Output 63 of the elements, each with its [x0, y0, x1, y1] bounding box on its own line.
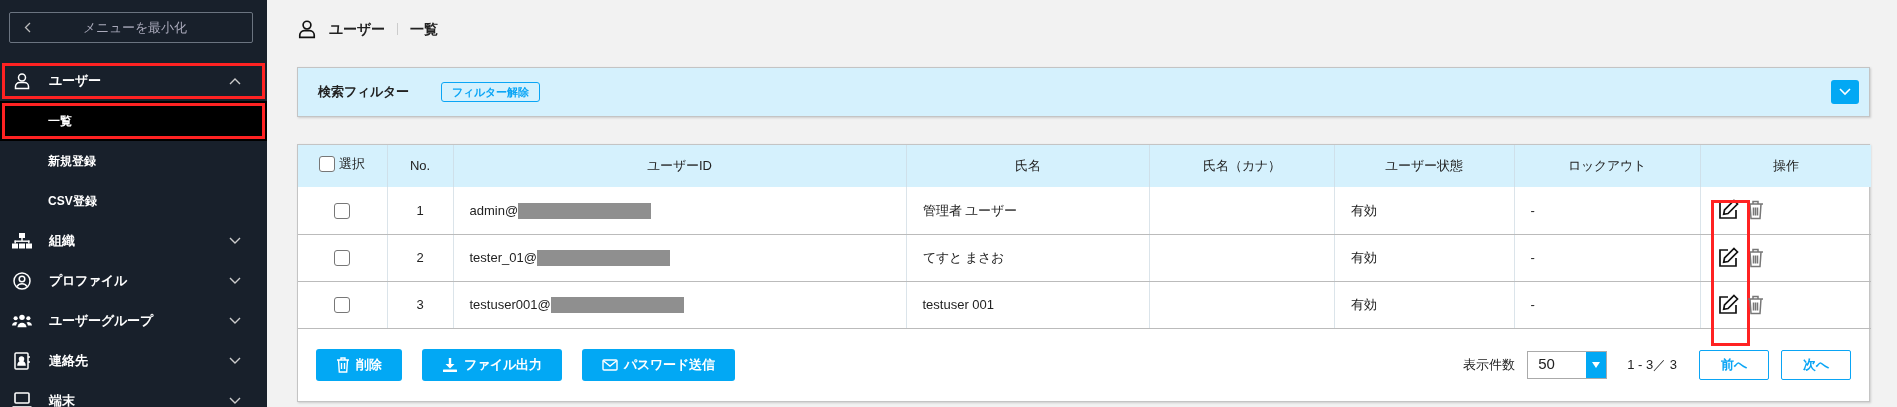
table-cell: testuser 001 [922, 296, 995, 312]
download-icon [442, 356, 458, 373]
sidebar-subitem[interactable]: 一覧 [0, 101, 267, 141]
edit-icon[interactable] [1716, 293, 1739, 316]
sidebar-item[interactable]: ユーザーグループ [0, 301, 267, 341]
chevron-down-icon [229, 357, 241, 365]
chevron-down-icon [229, 237, 241, 245]
chevron-down-icon [229, 317, 241, 325]
edit-icon[interactable] [1716, 246, 1739, 269]
minimize-menu-button[interactable]: メニューを最小化 [9, 12, 253, 43]
contact-card-icon [12, 352, 32, 370]
column-header: ロックアウト [1568, 158, 1646, 174]
sidebar-subitem[interactable]: CSV登録 [0, 181, 267, 221]
caret-down-icon [1592, 361, 1601, 368]
table-cell: tester_01@ [469, 249, 537, 265]
table-cell: 1 [416, 202, 424, 218]
chevron-down-icon [229, 397, 241, 405]
sidebar-subitem[interactable]: 新規登録 [0, 141, 267, 181]
chevron-down-icon [1839, 88, 1851, 96]
trash-icon [336, 356, 350, 373]
filter-title: 検索フィルター [318, 83, 409, 102]
table-cell: 3 [416, 296, 424, 312]
page-range: 1 - 3／ 3 [1627, 355, 1677, 374]
envelope-icon [602, 358, 618, 371]
chevron-left-icon [24, 22, 31, 33]
chevron-down-icon [229, 277, 241, 285]
row-checkbox[interactable] [334, 203, 351, 220]
person-icon [12, 72, 32, 90]
column-header: ユーザーID [647, 158, 712, 174]
breadcrumb-item: ユーザー [329, 19, 385, 39]
table-cell: 2 [416, 249, 424, 265]
column-header: No. [409, 158, 431, 174]
column-header: 氏名 [1014, 158, 1041, 174]
table-cell: - [1530, 202, 1535, 218]
sidebar-item[interactable]: プロファイル [0, 261, 267, 301]
table-cell: testuser001@ [469, 296, 551, 312]
column-header: 氏名（カナ） [1202, 158, 1281, 174]
page-size-label: 表示件数 [1463, 355, 1516, 374]
row-checkbox[interactable] [334, 297, 351, 314]
chevron-up-icon [229, 77, 241, 85]
column-header: 操作 [1772, 158, 1799, 174]
table-cell: 有効 [1350, 249, 1377, 265]
sidebar-item[interactable]: ユーザー [0, 61, 267, 101]
column-header: ユーザー状態 [1385, 158, 1463, 174]
sidebar-item[interactable]: 連絡先 [0, 341, 267, 381]
person-circle-icon [12, 272, 32, 290]
page-size-select[interactable]: 50 [1527, 350, 1608, 379]
table-cell: 管理者 ユーザー [922, 202, 1018, 218]
trash-icon[interactable] [1746, 294, 1764, 315]
sidebar-item[interactable]: 端末 [0, 381, 267, 407]
row-checkbox[interactable] [334, 250, 351, 267]
people-icon [12, 313, 32, 329]
breadcrumb-item: 一覧 [410, 19, 438, 39]
sidebar-item[interactable]: 組織 [0, 221, 267, 261]
person-icon [297, 19, 317, 39]
table-cell: - [1530, 249, 1535, 265]
laptop-icon [12, 392, 32, 407]
table-cell: - [1530, 296, 1535, 312]
table-cell: 有効 [1350, 296, 1377, 312]
table-cell: 有効 [1350, 202, 1377, 218]
table-cell: admin@ [469, 202, 519, 218]
hierarchy-icon [12, 233, 32, 249]
table-cell: てすと まさお [922, 249, 1005, 265]
